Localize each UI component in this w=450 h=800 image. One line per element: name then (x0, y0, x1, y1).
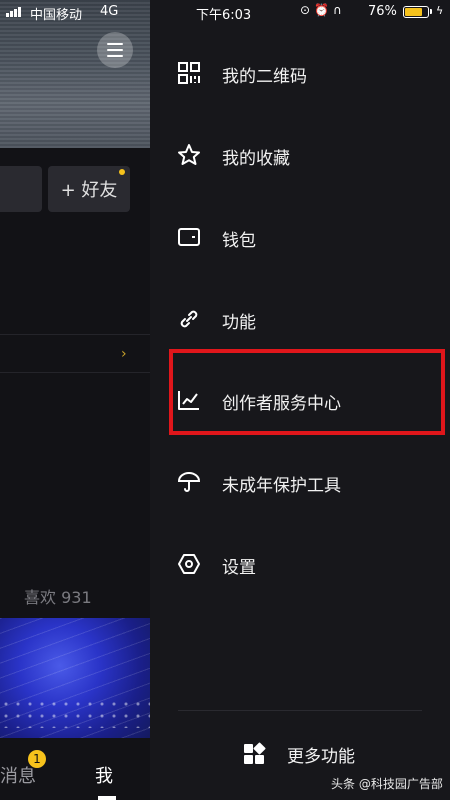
status-time: 下午6:03 (196, 8, 252, 23)
menu-item-features[interactable]: 功能 (150, 287, 450, 351)
umbrella-icon (177, 470, 201, 494)
menu-item-label: 我的收藏 (222, 149, 290, 169)
likes-tab[interactable]: 喜欢 931 (24, 584, 92, 608)
signal-strength-icon (6, 7, 21, 17)
more-features-label: 更多功能 (287, 747, 355, 767)
messages-badge: 1 (28, 750, 46, 768)
grid-apps-icon (242, 742, 266, 766)
headphones-icon: ∩ (333, 3, 346, 17)
menu-item-qr-code[interactable]: 我的二维码 (150, 41, 450, 105)
network-type: 4G (100, 4, 119, 19)
menu-item-label: 设置 (222, 558, 256, 578)
menu-item-favorites[interactable]: 我的收藏 (150, 123, 450, 187)
qr-code-icon (177, 61, 201, 85)
battery-icon (403, 6, 429, 18)
link-icon (177, 307, 201, 331)
active-tab-indicator (98, 796, 116, 800)
menu-item-wallet[interactable]: 钱包 (150, 205, 450, 269)
alarm-icon: ⏰ (314, 3, 334, 17)
wallet-icon (177, 225, 201, 249)
watermark-text: 头条 @科技园广告部 (331, 777, 443, 791)
notification-dot (119, 169, 125, 175)
highlight-annotation-box (169, 349, 445, 435)
menu-item-label: 我的二维码 (222, 67, 307, 87)
chevron-right-icon[interactable]: › (121, 346, 127, 362)
hamburger-menu-button[interactable] (97, 32, 133, 68)
menu-item-label: 钱包 (222, 231, 256, 251)
battery-tip (430, 9, 432, 14)
edit-profile-button[interactable] (0, 166, 42, 212)
video-thumbnail[interactable] (0, 618, 150, 738)
status-bar: 中国移动 4G 下午6:03 ⊙⏰∩ 76% ϟ (0, 0, 450, 24)
status-icons: ⊙⏰∩ (300, 3, 346, 17)
menu-item-label: 功能 (222, 313, 256, 333)
add-friend-button[interactable]: + 好友 (48, 166, 130, 212)
profile-background: + 好友 › 喜欢 931 消息 1 我 (0, 0, 150, 800)
tab-me[interactable]: 我 (95, 762, 113, 788)
divider (0, 334, 150, 335)
divider (0, 372, 150, 373)
star-icon (177, 143, 201, 167)
menu-item-minor-protection[interactable]: 未成年保护工具 (150, 450, 450, 514)
menu-item-settings[interactable]: 设置 (150, 532, 450, 596)
bottom-tab-bar: 消息 1 我 (0, 740, 150, 800)
carrier-name: 中国移动 (30, 8, 83, 23)
side-drawer: 我的二维码 我的收藏 钱包 功能 创作者服务中心 未成年保护工具 设置 更多功能 (150, 0, 450, 800)
rotation-lock-icon: ⊙ (300, 3, 315, 17)
menu-item-label: 未成年保护工具 (222, 476, 341, 496)
settings-hexagon-icon (177, 552, 201, 576)
charging-icon: ϟ (436, 4, 444, 17)
battery-percentage: 76% (368, 4, 397, 19)
more-features-button[interactable]: 更多功能 (242, 738, 372, 770)
divider (178, 710, 422, 711)
